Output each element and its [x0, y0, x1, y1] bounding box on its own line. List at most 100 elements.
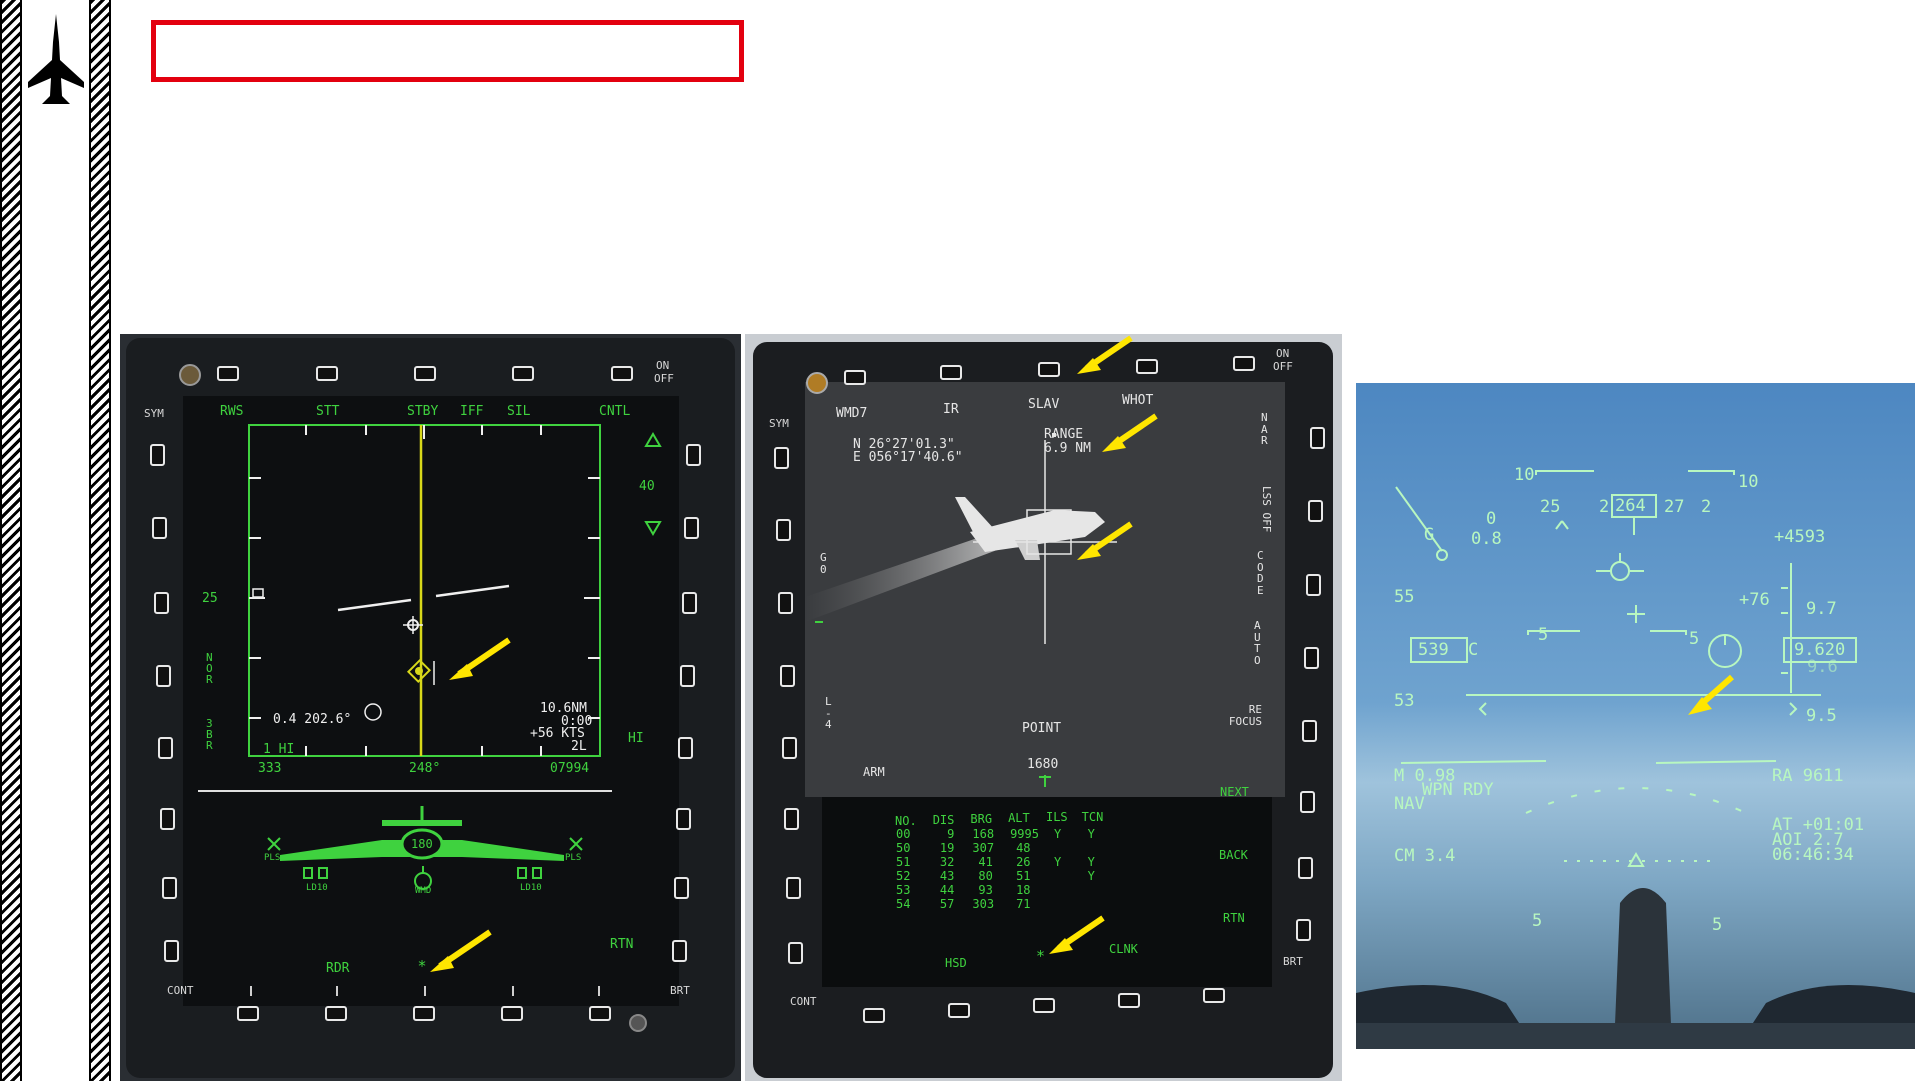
brt-label: BRT [1283, 955, 1303, 968]
col-alt: ALT [1008, 811, 1030, 825]
store-pls-left: PLS [264, 853, 281, 863]
cell: 52 [896, 869, 911, 883]
alt-95: 9.5 [1806, 706, 1837, 726]
callout-arrow [1049, 915, 1105, 954]
table-row[interactable]: 52 43 80 51 Y [895, 869, 1103, 883]
osb-right-8[interactable] [1296, 919, 1311, 941]
heading-2a: 2 [1599, 497, 1610, 517]
gun-rounds: 180 [411, 837, 433, 851]
scale-right: 07994 [550, 761, 590, 776]
cell: 71 [1016, 897, 1031, 911]
osb-left-7[interactable] [786, 877, 801, 899]
cell: 9 [947, 827, 955, 841]
osb-bottom-1[interactable] [863, 1008, 885, 1023]
cont-label: CONT [790, 995, 817, 1008]
table-row[interactable]: 50 19 307 48 [895, 841, 1103, 855]
cell: 51 [896, 855, 911, 869]
osb-right-4[interactable] [1304, 647, 1319, 669]
brt-label: BRT [670, 984, 690, 997]
cell: 18 [1016, 883, 1031, 897]
bottom-left-hi: 1 HI [263, 742, 295, 757]
osb-left-5[interactable] [782, 737, 797, 759]
alt-97: 9.7 [1806, 599, 1837, 619]
radar-alt: RA 9611 [1772, 766, 1844, 786]
alpha-readout: 0.8 [1471, 529, 1502, 549]
osb-label-next: NEXT [1220, 785, 1249, 799]
store-wmd: WMD [415, 886, 432, 896]
cell: 43 [939, 869, 955, 883]
osb-top-2[interactable] [940, 365, 962, 380]
cell: Y [1087, 855, 1095, 869]
osb-label-clnk: CLNK [1109, 942, 1138, 956]
osb-left-3[interactable] [778, 592, 793, 614]
col-ils: ILS [1045, 810, 1068, 824]
weapon-ready: WPN RDY [1422, 780, 1494, 800]
cell [1040, 883, 1078, 897]
asterisk-mark: * [1036, 947, 1046, 965]
cm-readout: CM 3.4 [1394, 846, 1456, 866]
osb-left-1[interactable] [774, 447, 789, 469]
table-row[interactable]: 00 9 168 9995 Y Y [895, 827, 1103, 841]
col-tcn: TCN [1081, 810, 1104, 824]
cell: 303 [972, 897, 995, 911]
bottom-pitch-right: 5 [1712, 915, 1723, 935]
osb-left-4[interactable] [780, 665, 795, 687]
bottom-pitch-left: 5 [1532, 911, 1543, 931]
waypoint-table: NO. DIS BRG ALT ILS TCN 00 9 168 9995 Y … [895, 807, 1103, 911]
table-row[interactable]: 53 44 93 18 [895, 883, 1103, 897]
nav-mode: NAV [1394, 794, 1425, 814]
aircraft-icon [28, 14, 84, 104]
cell: 307 [972, 841, 995, 855]
scale-mid: 248° [409, 761, 441, 776]
cell: Y [1053, 827, 1062, 841]
heading-25: 25 [1540, 497, 1561, 517]
cell [1040, 841, 1078, 855]
on-label: ON [1276, 347, 1290, 360]
heading-value: 264 [1615, 496, 1646, 516]
time-readout: 06:46:34 [1772, 845, 1854, 865]
callout-arrow [449, 637, 511, 680]
cell: 93 [978, 883, 993, 897]
sym-label: SYM [769, 417, 789, 430]
osb-top-4[interactable] [1136, 359, 1158, 374]
osb-bottom-3[interactable] [1033, 998, 1055, 1013]
tgp-image [805, 433, 1117, 787]
alt-96: 9.6 [1807, 657, 1838, 677]
callout-arrow [1077, 521, 1133, 560]
cell [1040, 869, 1078, 883]
osb-right-7[interactable] [1298, 857, 1313, 879]
osb-bottom-5[interactable] [1203, 988, 1225, 1003]
osb-right-5[interactable] [1302, 720, 1317, 742]
osb-bottom-4[interactable] [1118, 993, 1140, 1008]
osb-bottom-2[interactable] [948, 1003, 970, 1018]
osb-top-3[interactable] [1038, 362, 1060, 377]
cell: 26 [1016, 855, 1031, 869]
col-no: NO. [895, 814, 917, 828]
osb-right-3[interactable] [1306, 574, 1321, 596]
cell: 41 [978, 855, 993, 869]
cell [1078, 897, 1104, 911]
pitch-5-right: 5 [1689, 629, 1700, 649]
l-readout: 2L [571, 739, 587, 754]
cell: 53 [896, 883, 911, 897]
off-label: OFF [1273, 360, 1293, 373]
osb-left-8[interactable] [788, 942, 803, 964]
table-row[interactable]: 54 57 303 71 [895, 897, 1103, 911]
osb-top-5[interactable] [1233, 356, 1255, 371]
right-rail-hatch [89, 0, 111, 1081]
hud-view: 10 10 25 2 264 27 2 G 0.8 0 +4593 55 53 … [1356, 383, 1915, 1049]
osb-right-1[interactable] [1310, 427, 1325, 449]
osb-right-6[interactable] [1300, 791, 1315, 813]
osb-right-2[interactable] [1308, 500, 1323, 522]
cont-label: CONT [167, 984, 194, 997]
left-rail-hatch [0, 0, 22, 1081]
callout-arrow [1077, 335, 1133, 374]
table-row[interactable]: 51 32 41 26 Y Y [895, 855, 1103, 869]
osb-left-6[interactable] [784, 808, 799, 830]
cell: 19 [939, 841, 955, 855]
speed-55: 55 [1394, 587, 1415, 607]
osb-left-2[interactable] [776, 519, 791, 541]
g-readout: G [1424, 525, 1435, 545]
vvi-readout: +76 [1739, 590, 1770, 610]
cell: 51 [1016, 869, 1031, 883]
